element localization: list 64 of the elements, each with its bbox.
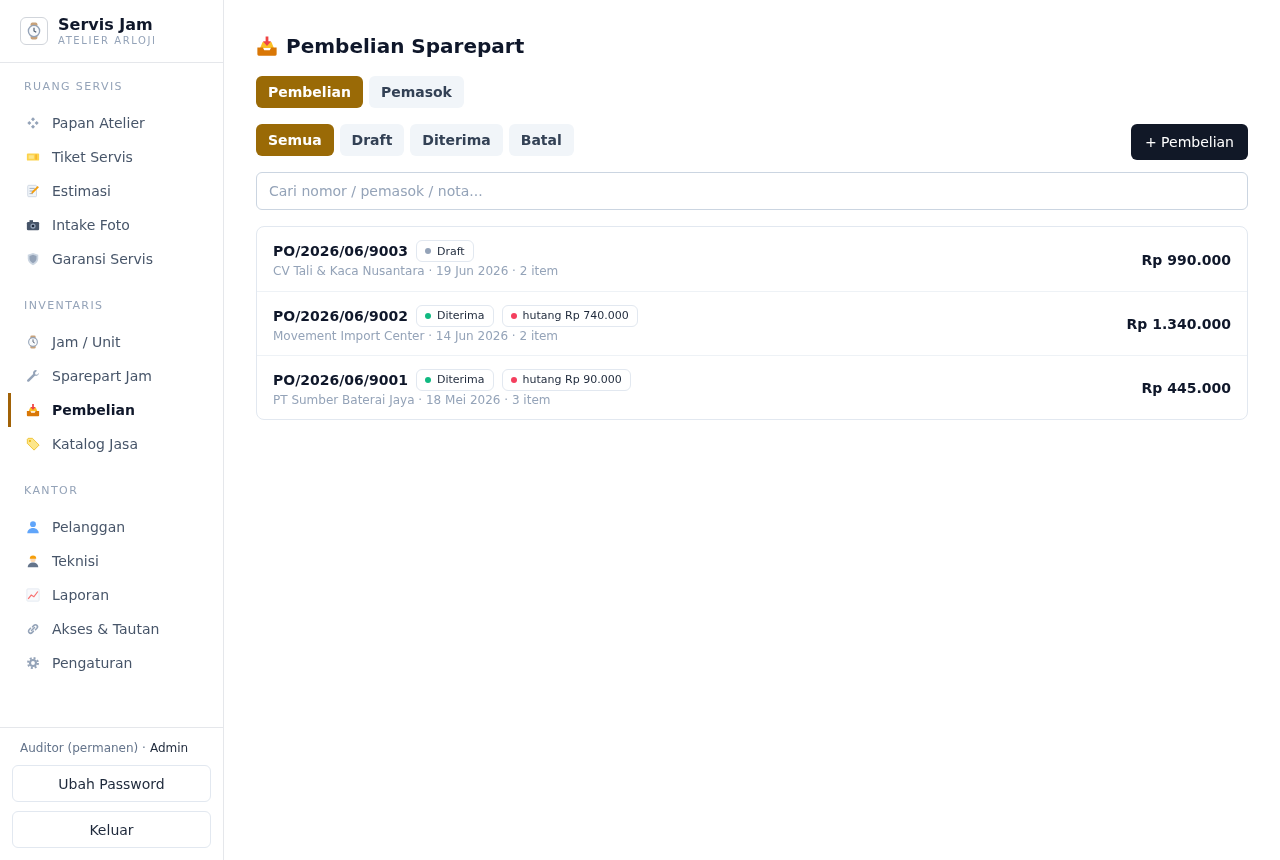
- nav-item[interactable]: Intake Foto: [8, 208, 215, 242]
- nav-item[interactable]: Sparepart Jam: [8, 359, 215, 393]
- nav-item[interactable]: Pelanggan: [8, 510, 215, 544]
- brand-tagline: ATELIER ARLOJI: [58, 34, 157, 47]
- filter-chip[interactable]: Draft: [339, 124, 405, 156]
- badge-label: Diterima: [436, 309, 485, 322]
- tab[interactable]: Pembelian: [256, 76, 363, 108]
- change-password-button[interactable]: Ubah Password: [12, 765, 211, 802]
- nav-item[interactable]: Garansi Servis: [8, 242, 215, 276]
- order-row[interactable]: PO/2026/06/9001 Diterima hutang Rp 90.000 PT Sumber Baterai Jaya · 18 Mei 2026 · 3 item Rp 445.000: [257, 355, 1247, 419]
- nav-item[interactable]: Estimasi: [8, 174, 215, 208]
- link-icon: [26, 622, 40, 636]
- order-number: PO/2026/06/9001: [273, 371, 408, 388]
- page-title: Pembelian Sparepart: [286, 33, 525, 60]
- camera-icon: [26, 218, 40, 232]
- search-field[interactable]: Cari nomor / pemasok / nota...: [256, 172, 1248, 210]
- filter-chip[interactable]: Semua: [256, 124, 334, 156]
- inbox-tray-icon: [26, 403, 40, 417]
- order-number: PO/2026/06/9003: [273, 243, 408, 259]
- section-label: INVENTARIS: [23, 299, 105, 313]
- badge-label: Diterima: [436, 373, 485, 386]
- watch-icon: [26, 335, 40, 349]
- chart-icon: [26, 588, 40, 602]
- nav-item[interactable]: Pembelian: [8, 393, 215, 427]
- diamond-icon: [26, 116, 40, 130]
- badge-label: Draft: [436, 244, 465, 258]
- logout-button[interactable]: Keluar: [12, 811, 211, 848]
- person-icon: [26, 520, 40, 534]
- order-details: PT Sumber Baterai Jaya · 18 Mei 2026 · 3 item: [273, 391, 552, 408]
- shield-icon: [26, 252, 40, 266]
- tab[interactable]: Pemasok: [368, 76, 464, 108]
- filter-chip[interactable]: Diterima: [410, 124, 503, 156]
- new-purchase-button[interactable]: + Pembelian: [1130, 124, 1248, 160]
- order-total: Rp 1.340.000: [1126, 316, 1231, 332]
- nav-item[interactable]: Laporan: [8, 578, 215, 612]
- role-label: Admin: [149, 740, 189, 756]
- nav-item[interactable]: Tiket Servis: [8, 140, 215, 174]
- account-label: Auditor (permanen) ·: [20, 740, 146, 756]
- tag-icon: [26, 437, 40, 451]
- nav-item[interactable]: Katalog Jasa: [8, 427, 215, 461]
- order-row[interactable]: PO/2026/06/9003 Draft CV Tali & Kaca Nusantara · 19 Jun 2026 · 2 item Rp 990.000: [257, 227, 1247, 291]
- order-details: Movement Import Center · 14 Jun 2026 · 2 item: [273, 327, 560, 344]
- order-details: CV Tali & Kaca Nusantara · 19 Jun 2026 · 2 item: [273, 263, 559, 279]
- order-total: Rp 990.000: [1141, 251, 1231, 268]
- badge-label: hutang Rp 90.000: [522, 373, 622, 386]
- section-label: KANTOR: [23, 484, 80, 498]
- nav-item[interactable]: Akses & Tautan: [8, 612, 215, 646]
- filter-chip[interactable]: Batal: [508, 124, 574, 156]
- memo-icon: [26, 184, 40, 198]
- badge-label: hutang Rp 740.000: [522, 309, 629, 322]
- nav-item[interactable]: Papan Atelier: [8, 106, 215, 140]
- wrench-icon: [26, 369, 40, 383]
- order-row[interactable]: PO/2026/06/9002 Diterima hutang Rp 740.000 Movement Import Center · 14 Jun 2026 · 2 item Rp 1.340.000: [257, 291, 1247, 355]
- gear-icon: [26, 656, 40, 670]
- inbox-tray-icon: [256, 35, 278, 57]
- watch-icon: [20, 17, 48, 45]
- nav-item[interactable]: Pengaturan: [8, 646, 215, 680]
- section-label: RUANG SERVIS: [23, 80, 124, 94]
- order-number: PO/2026/06/9002: [273, 307, 408, 324]
- brand-name: Servis Jam: [58, 15, 154, 34]
- worker-icon: [26, 554, 40, 568]
- order-total: Rp 445.000: [1141, 380, 1231, 396]
- nav-item[interactable]: Jam / Unit: [8, 325, 215, 359]
- nav-item[interactable]: Teknisi: [8, 544, 215, 578]
